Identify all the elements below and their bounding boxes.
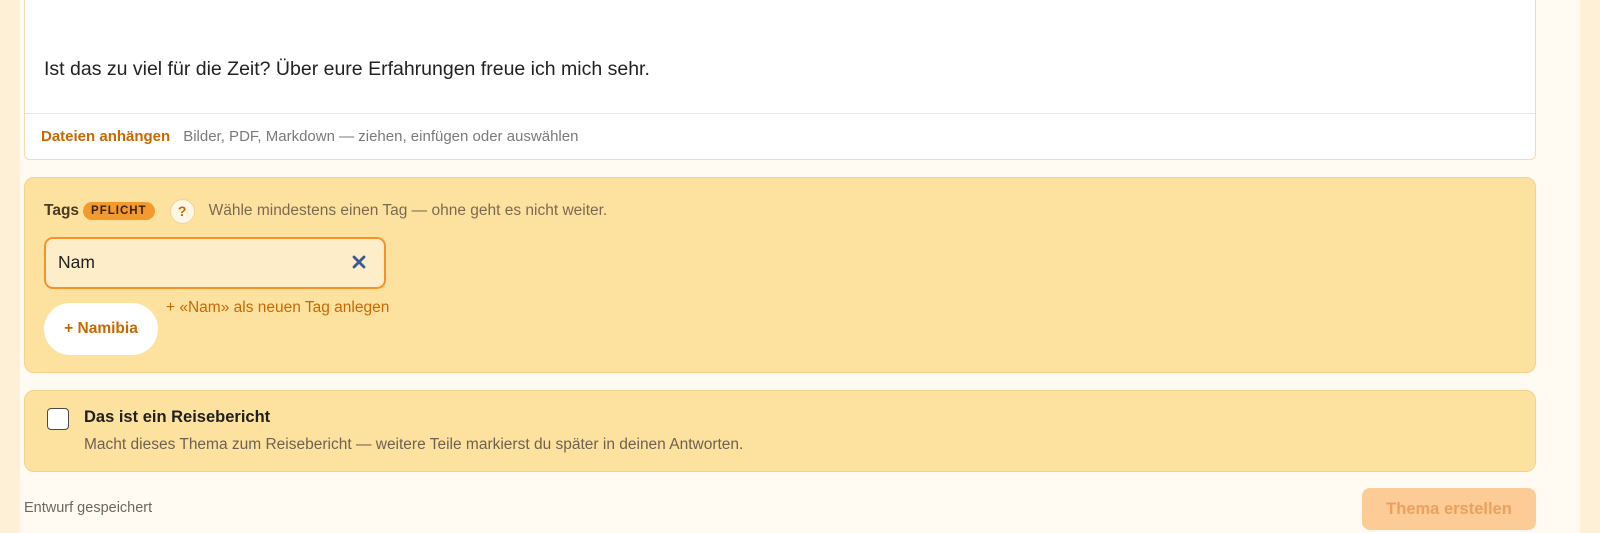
travel-report-title[interactable]: Das ist ein Reisebericht (84, 408, 270, 427)
tag-search-field (44, 237, 386, 289)
tags-label: Tags (44, 202, 80, 219)
tag-suggestion-namibia[interactable]: + Namibia (44, 303, 158, 355)
create-new-tag-link[interactable]: + «Nam» als neuen Tag anlegen (166, 299, 389, 317)
attach-files-link[interactable]: Dateien anhängen (41, 128, 170, 145)
tag-search-input[interactable] (58, 239, 338, 286)
tags-panel: Tags PFLICHT ? Wähle mindestens einen Ta… (24, 177, 1536, 373)
required-badge: PFLICHT (83, 202, 155, 220)
travel-report-checkbox[interactable] (47, 408, 69, 430)
travel-report-description: Macht dieses Thema zum Reisebericht — we… (84, 436, 744, 453)
help-icon[interactable]: ? (169, 198, 195, 224)
editor-body-text[interactable]: Ist das zu viel für die Zeit? Über eure … (44, 58, 650, 81)
clear-icon[interactable] (348, 251, 370, 273)
post-editor[interactable]: Ist das zu viel für die Zeit? Über eure … (24, 0, 1536, 160)
tags-hint: Wähle mindestens einen Tag — ohne geht e… (208, 202, 608, 219)
travel-report-panel: Das ist ein Reisebericht Macht dieses Th… (24, 390, 1536, 472)
tags-header: Tags PFLICHT ? Wähle mindestens einen Ta… (44, 198, 607, 224)
create-topic-button[interactable]: Thema erstellen (1362, 488, 1536, 530)
close-icon (352, 255, 366, 269)
attach-hint: Bilder, PDF, Markdown — ziehen, einfügen… (183, 128, 579, 145)
attach-bar: Dateien anhängen Bilder, PDF, Markdown —… (25, 113, 1535, 159)
draft-status: Entwurf gespeichert (24, 500, 153, 516)
